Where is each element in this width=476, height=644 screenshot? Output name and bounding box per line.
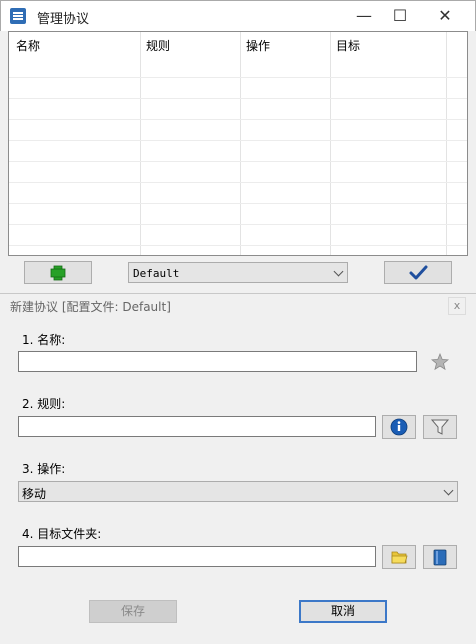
name-label: 1. 名称: (22, 333, 66, 347)
column-header-name[interactable]: 名称 (16, 37, 40, 54)
action-label: 3. 操作: (22, 462, 66, 476)
new-protocol-panel: 新建协议 [配置文件: Default] x 1. 名称: 2. 规则: 3. … (0, 293, 476, 644)
rule-label: 2. 规则: (22, 397, 66, 411)
library-button[interactable] (423, 545, 457, 569)
add-protocol-button[interactable] (24, 261, 92, 284)
rule-input[interactable] (18, 416, 376, 437)
column-divider (140, 32, 141, 255)
plus-icon (50, 265, 66, 281)
table-header: 名称 规则 操作 目标 (9, 32, 467, 57)
action-select-value: 移动 (22, 487, 47, 501)
row-divider (9, 203, 467, 204)
rule-filter-button[interactable] (423, 415, 457, 439)
row-divider (9, 140, 467, 141)
row-divider (9, 161, 467, 162)
column-divider (330, 32, 331, 255)
book-icon (433, 549, 447, 566)
checkmark-icon (409, 265, 428, 280)
cancel-button[interactable]: 取消 (299, 600, 387, 623)
row-divider (9, 98, 467, 99)
folder-icon (391, 551, 408, 564)
panel-close-button[interactable]: x (448, 297, 466, 315)
chevron-down-icon (443, 485, 454, 496)
column-header-rule[interactable]: 规则 (146, 37, 170, 54)
info-icon (390, 418, 408, 436)
rule-info-button[interactable] (382, 415, 416, 439)
star-icon[interactable] (431, 353, 449, 371)
row-divider (9, 224, 467, 225)
filter-icon (430, 419, 450, 435)
column-divider (446, 32, 447, 255)
column-divider (240, 32, 241, 255)
row-divider (9, 77, 467, 78)
window-title: 管理协议 (37, 12, 90, 27)
app-icon (10, 8, 26, 24)
row-divider (9, 245, 467, 246)
panel-title: 新建协议 [配置文件: Default] (10, 300, 171, 314)
browse-folder-button[interactable] (382, 545, 416, 569)
profile-select[interactable]: Default (128, 262, 348, 283)
maximize-button[interactable]: ☐ (377, 1, 423, 32)
action-select[interactable]: 移动 (18, 481, 458, 502)
chevron-down-icon (333, 266, 344, 277)
row-divider (9, 119, 467, 120)
profile-select-value: Default (133, 267, 180, 280)
window-titlebar: 管理协议 — ☐ ✕ (0, 0, 476, 31)
column-header-target[interactable]: 目标 (336, 37, 360, 54)
column-header-action[interactable]: 操作 (246, 37, 270, 54)
row-divider (9, 182, 467, 183)
target-folder-input[interactable] (18, 546, 376, 567)
protocol-table[interactable]: 名称 规则 操作 目标 (8, 31, 468, 256)
close-button[interactable]: ✕ (422, 1, 468, 32)
name-input[interactable] (18, 351, 417, 372)
save-button[interactable]: 保存 (89, 600, 177, 623)
confirm-button[interactable] (384, 261, 452, 284)
target-label: 4. 目标文件夹: (22, 527, 102, 541)
